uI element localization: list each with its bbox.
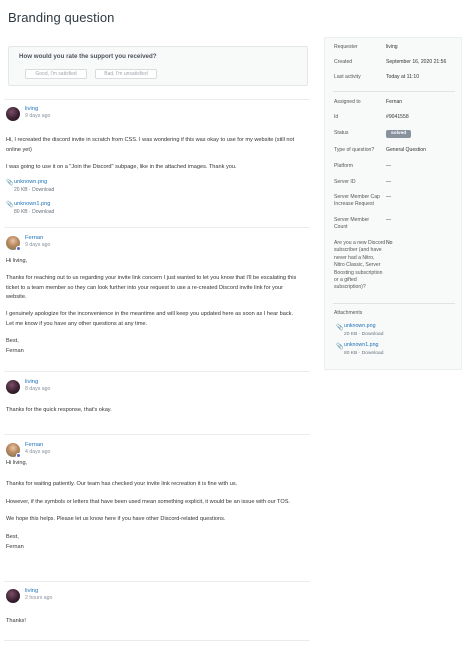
paperclip-icon: 📎 [336,325,344,331]
detail-label: Server Member Cap Increase Request [334,194,380,208]
staff-badge-icon [16,246,21,251]
attachment-size: 80 KB [344,351,358,356]
unsatisfied-button[interactable]: Bad, I'm unsatisfied [95,69,157,79]
detail-label: Id [334,114,339,120]
detail-value: — [386,194,392,200]
comment-divider [4,371,310,372]
comment-time: 9 days ago [25,242,51,248]
paperclip-icon: 📎 [6,180,14,186]
status-badge: solved [386,130,412,138]
staff-badge-icon [16,453,21,458]
comment-body: Hi living, Thanks for waiting patiently.… [6,459,302,560]
attachments-heading: Attachments [334,310,363,316]
avatar [6,589,20,603]
detail-value: Fernan [386,99,403,105]
attachment-download-link[interactable]: Download [32,209,54,215]
comment-paragraph: I genuinely apologize for the inconvenie… [6,311,294,327]
comment-paragraph: Hi living, [6,460,28,466]
detail-label: Type of question? [334,147,375,153]
detail-label: Created [334,59,353,65]
avatar [6,380,20,394]
comment-paragraph: Thanks! [6,618,26,624]
comment-paragraph: Hi, I recreated the discord invite in sc… [6,137,295,153]
comment-divider [4,227,310,228]
request-details-sidebar: Requester living Created September 16, 2… [324,37,462,370]
attachment-size: 20 KB [344,332,358,337]
comment-time: 2 hours ago [25,595,53,601]
comment-paragraph: Hi living, [6,258,28,264]
detail-label: Status [334,130,349,136]
detail-value: living [386,44,398,50]
sidebar-divider [333,303,455,304]
detail-label: Assigned to [334,99,361,105]
attachment-link[interactable]: unknown1.png [344,342,378,350]
detail-value: — [386,217,392,223]
detail-value: Today at 11:10 [386,74,420,80]
comment-paragraph: Fernan [6,347,24,354]
satisfied-button[interactable]: Good, I'm satisfied [25,69,87,79]
comment-paragraph: Fernan [6,543,24,550]
comment-divider [4,99,310,100]
page-title: Branding question [8,10,115,25]
comment-body: Thanks for the quick response, that's ok… [6,406,302,423]
comment-divider [4,581,310,582]
paperclip-icon: 📎 [336,344,344,350]
comment-time: 9 days ago [25,113,51,119]
avatar [6,107,20,121]
avatar [6,236,21,251]
detail-label: Are you a new Discord subscriber (and ha… [334,240,386,291]
attachment-size: 20 KB [14,187,28,193]
attachment-download-link[interactable]: Download [362,351,384,356]
comment-body: Thanks! [6,617,302,634]
paperclip-icon: 📎 [6,202,14,208]
comment-paragraph: However, if the symbols or letters that … [6,498,290,505]
comment-paragraph: We hope this helps. Please let us know h… [6,516,226,523]
sidebar-divider [333,91,455,92]
comment-paragraph: Thanks for waiting patiently. Our team h… [6,480,238,487]
detail-value: — [386,163,392,169]
avatar [6,443,21,458]
attachment-download-link[interactable]: Download [32,187,54,193]
detail-value: General Question [386,147,426,153]
detail-value: — [386,179,392,185]
attachment-size: 80 KB [14,209,28,215]
comment-paragraph: Thanks for reaching out to us regarding … [6,274,297,301]
detail-label: Server ID [334,179,356,185]
comment-paragraph: Best, [6,534,19,541]
comment-time: 8 days ago [25,386,51,392]
comment-divider [4,640,310,641]
comment-time: 4 days ago [25,449,51,455]
comment-paragraph: I was going to use it on a "Join the Dis… [6,163,237,170]
detail-label: Requester [334,44,358,50]
satisfaction-question: How would you rate the support you recei… [19,53,157,60]
comment-paragraph: Thanks for the quick response, that's ok… [6,407,112,413]
attachment-download-link[interactable]: Download [362,332,384,337]
attachment-link[interactable]: unknown.png [344,323,376,331]
comment-divider [4,434,310,435]
detail-value: No [386,240,393,246]
detail-label: Server Member Count [334,217,370,231]
detail-value: #9041558 [386,114,409,120]
detail-value: September 16, 2020 21:56 [386,59,447,65]
attachment-link[interactable]: unknown.png [14,178,47,186]
attachment-link[interactable]: unknown1.png [14,200,50,208]
satisfaction-survey: How would you rate the support you recei… [8,46,308,86]
detail-label: Platform [334,163,353,169]
comment-paragraph: Best, [6,337,19,344]
comment-body: Hi, I recreated the discord invite in sc… [6,136,302,179]
detail-label: Last activity [334,74,361,80]
comment-body: Hi living, Thanks for reaching out to us… [6,257,302,363]
